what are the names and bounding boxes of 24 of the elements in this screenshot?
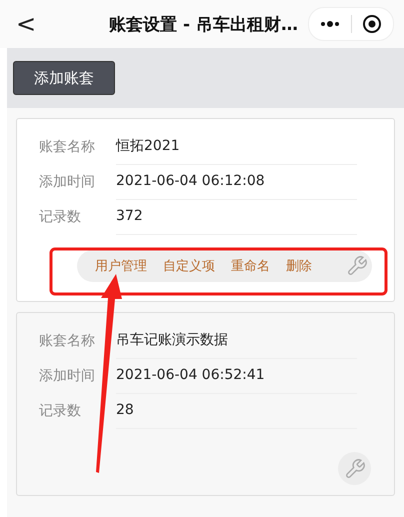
field-value: 2021-06-04 06:12:08 xyxy=(116,164,357,200)
action-link[interactable]: 自定义项 xyxy=(163,257,215,275)
back-button[interactable]: < xyxy=(16,10,56,38)
field-value: 2021-06-04 06:52:41 xyxy=(116,358,357,394)
action-link[interactable]: 用户管理 xyxy=(95,257,147,275)
field-value: 372 xyxy=(116,198,357,234)
field-label: 记录数 xyxy=(38,208,82,226)
field-label: 添加时间 xyxy=(38,172,96,190)
page-title: 账套设置 - 吊车出租财… xyxy=(108,14,299,36)
wrench-icon xyxy=(344,458,366,480)
more-icon[interactable] xyxy=(320,21,340,27)
capsule-menu[interactable] xyxy=(308,7,394,41)
field-value: 28 xyxy=(116,392,357,428)
field-label: 添加时间 xyxy=(38,366,96,384)
field-value: 吊车记账演示数据 xyxy=(116,322,357,358)
field-label: 账套名称 xyxy=(38,332,96,350)
close-icon[interactable] xyxy=(362,14,382,34)
field-label: 记录数 xyxy=(38,402,82,420)
field-value: 恒拓2021 xyxy=(116,128,357,164)
add-account-button[interactable]: 添加账套 xyxy=(13,61,115,95)
action-link[interactable]: 重命名 xyxy=(231,257,270,275)
wrench-icon xyxy=(346,255,368,277)
field-label: 账套名称 xyxy=(38,138,96,156)
action-link[interactable]: 删除 xyxy=(286,257,312,275)
